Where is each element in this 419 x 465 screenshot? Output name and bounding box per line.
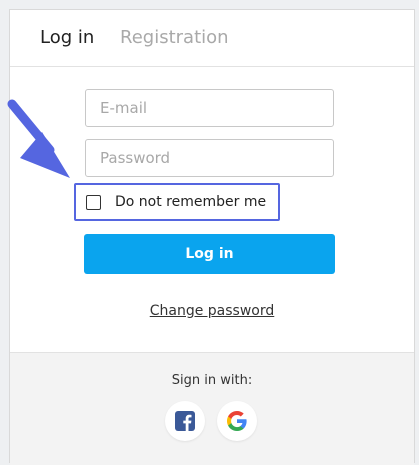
social-footer: Sign in with: bbox=[10, 352, 414, 465]
tab-log-in[interactable]: Log in bbox=[40, 27, 94, 48]
password-field[interactable] bbox=[85, 139, 334, 177]
email-field[interactable] bbox=[85, 89, 334, 127]
change-password-link[interactable]: Change password bbox=[150, 303, 275, 319]
change-password-row: Change password bbox=[10, 300, 414, 319]
login-card: Log in Registration Do not remember me L… bbox=[9, 9, 415, 465]
google-button[interactable] bbox=[217, 401, 257, 441]
tab-registration[interactable]: Registration bbox=[120, 27, 229, 48]
sign-in-with-label: Sign in with: bbox=[171, 373, 253, 388]
tab-bar: Log in Registration bbox=[10, 10, 414, 67]
log-in-button[interactable]: Log in bbox=[84, 234, 335, 274]
remember-checkbox[interactable] bbox=[86, 195, 101, 210]
arrow-pointer-icon bbox=[7, 99, 70, 178]
remember-highlight-box: Do not remember me bbox=[74, 183, 280, 221]
remember-label[interactable]: Do not remember me bbox=[115, 194, 266, 210]
facebook-button[interactable] bbox=[165, 401, 205, 441]
facebook-icon bbox=[175, 411, 195, 431]
google-icon bbox=[227, 411, 247, 431]
